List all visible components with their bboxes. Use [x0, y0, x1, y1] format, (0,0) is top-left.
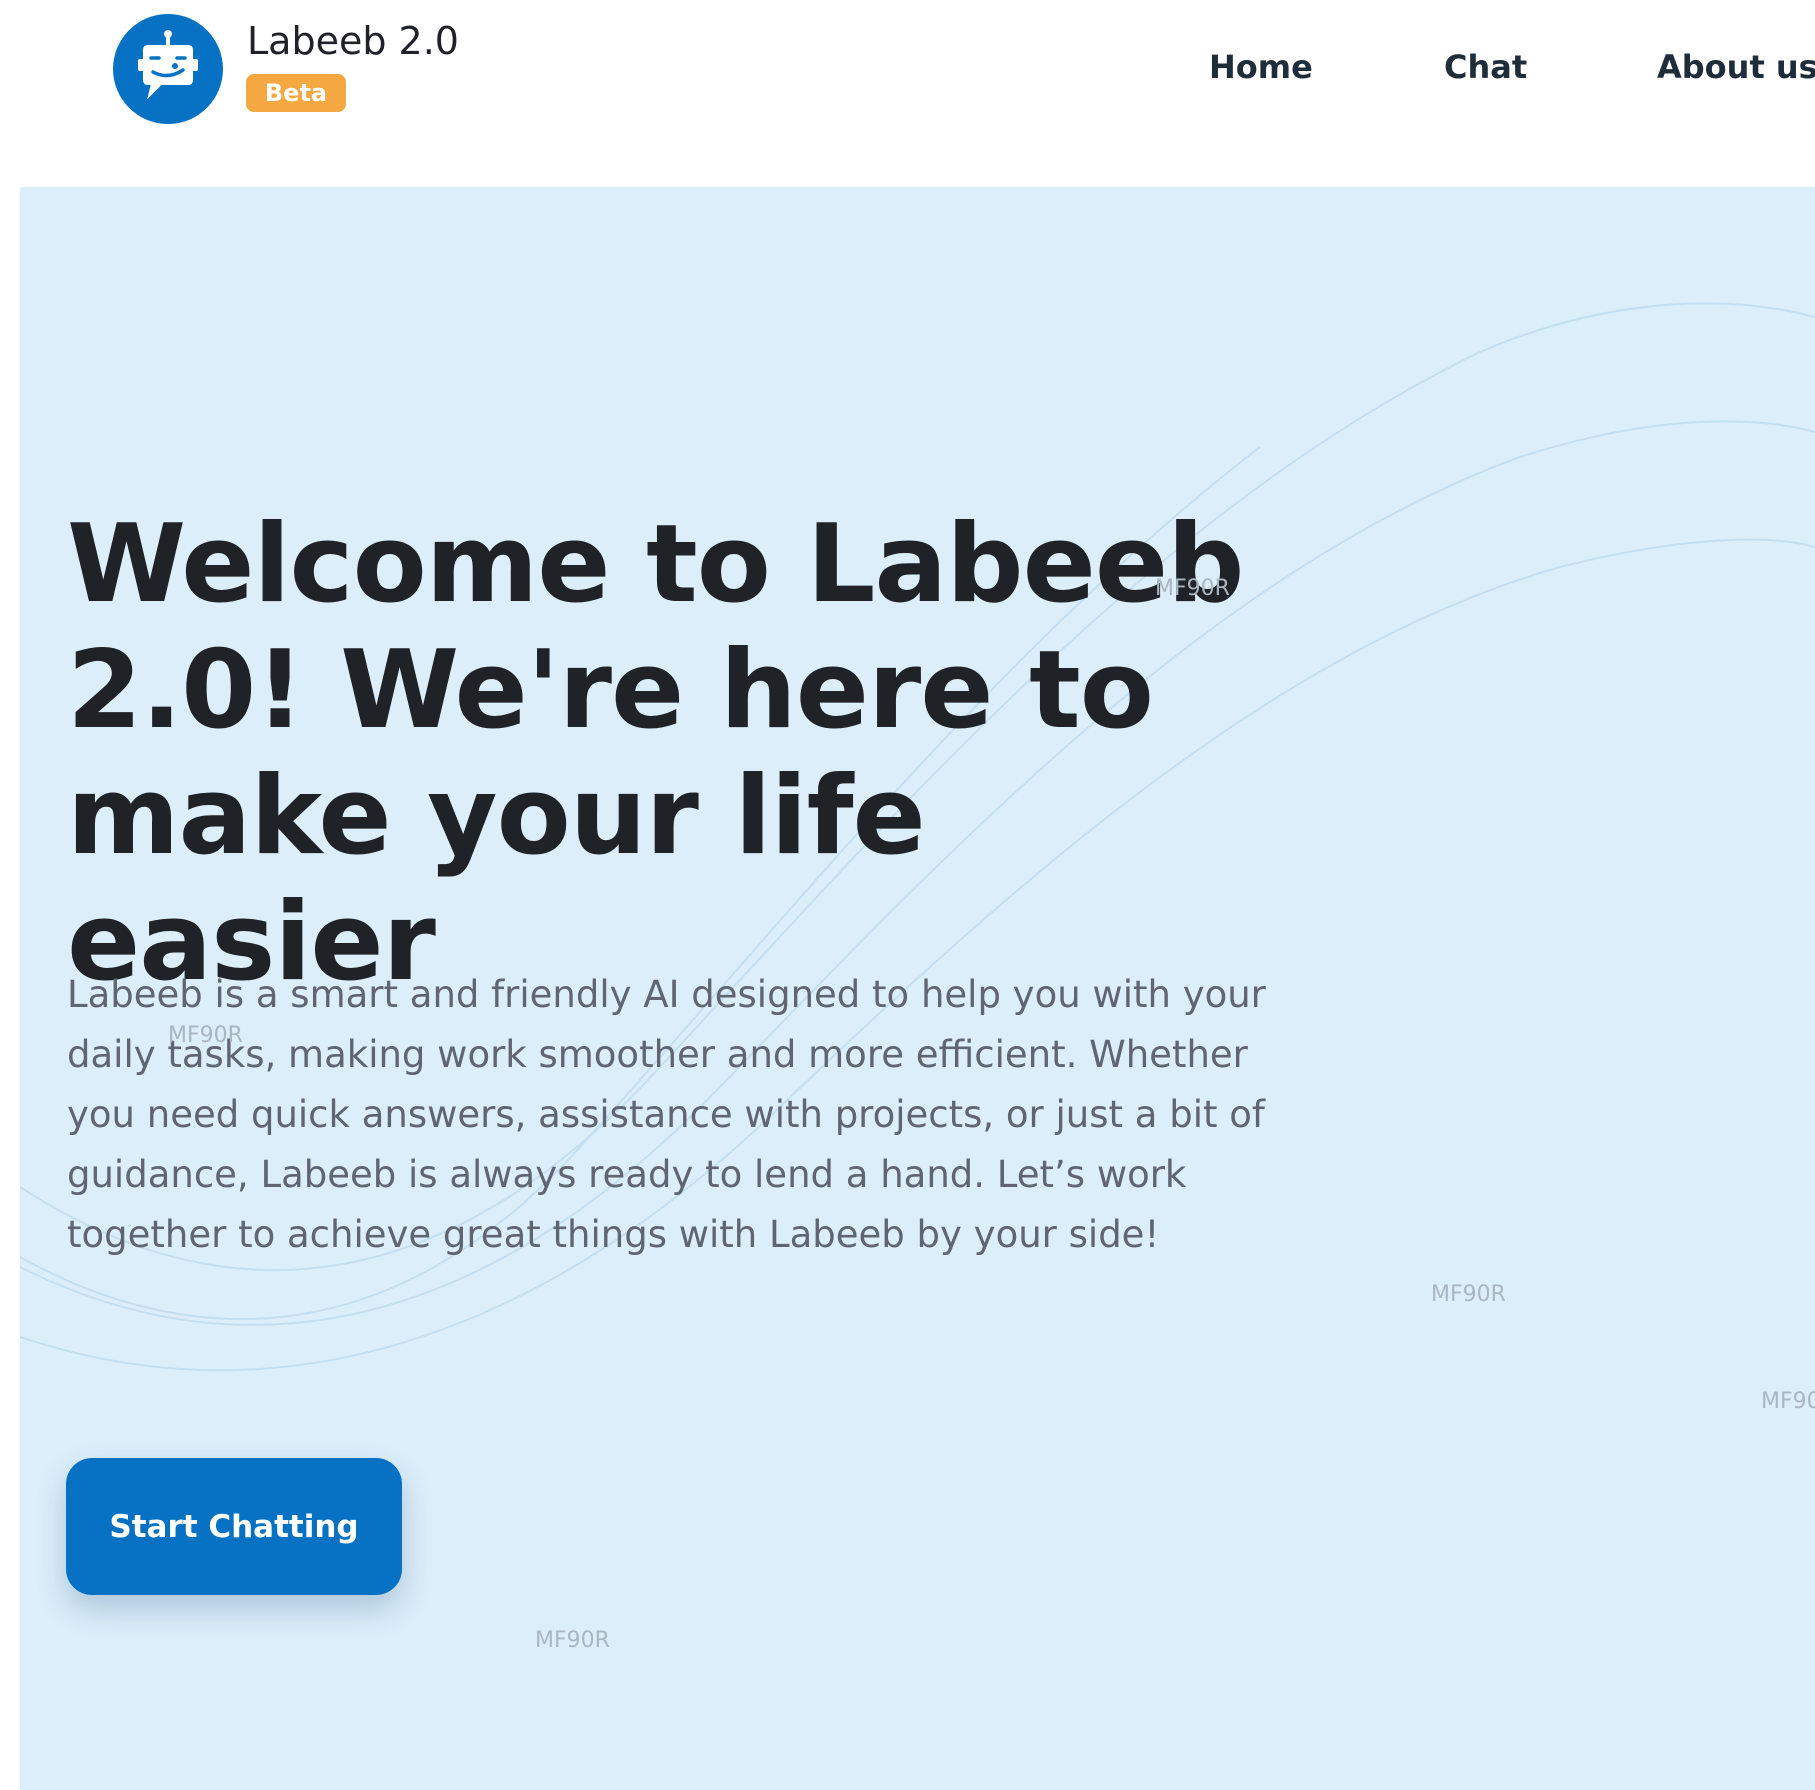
- hero-section: Welcome to Labeeb 2.0! We're here to mak…: [20, 187, 1815, 1790]
- watermark: MF90R: [168, 1023, 243, 1048]
- watermark: MF90R: [535, 1628, 610, 1653]
- chat-bot-icon: [138, 30, 198, 100]
- start-chatting-button[interactable]: Start Chatting: [66, 1458, 402, 1595]
- watermark: MF90R: [1155, 576, 1230, 601]
- nav-home[interactable]: Home: [1209, 45, 1313, 89]
- watermark: MF90R: [1761, 1389, 1815, 1414]
- hero-description: Labeeb is a smart and friendly AI design…: [67, 973, 1266, 1256]
- nav-chat[interactable]: Chat: [1444, 45, 1527, 89]
- logo[interactable]: [113, 14, 223, 124]
- beta-badge: Beta: [246, 74, 346, 112]
- watermark: MF90R: [1431, 1282, 1506, 1307]
- brand-name: Labeeb 2.0: [247, 19, 459, 63]
- landing-page: Labeeb 2.0 Beta Home Chat About us Welco…: [0, 0, 1815, 1790]
- nav-about-us[interactable]: About us: [1657, 45, 1815, 89]
- top-header: Labeeb 2.0 Beta Home Chat About us: [0, 0, 1815, 186]
- hero-title: Welcome to Labeeb 2.0! We're here to mak…: [67, 502, 1244, 1005]
